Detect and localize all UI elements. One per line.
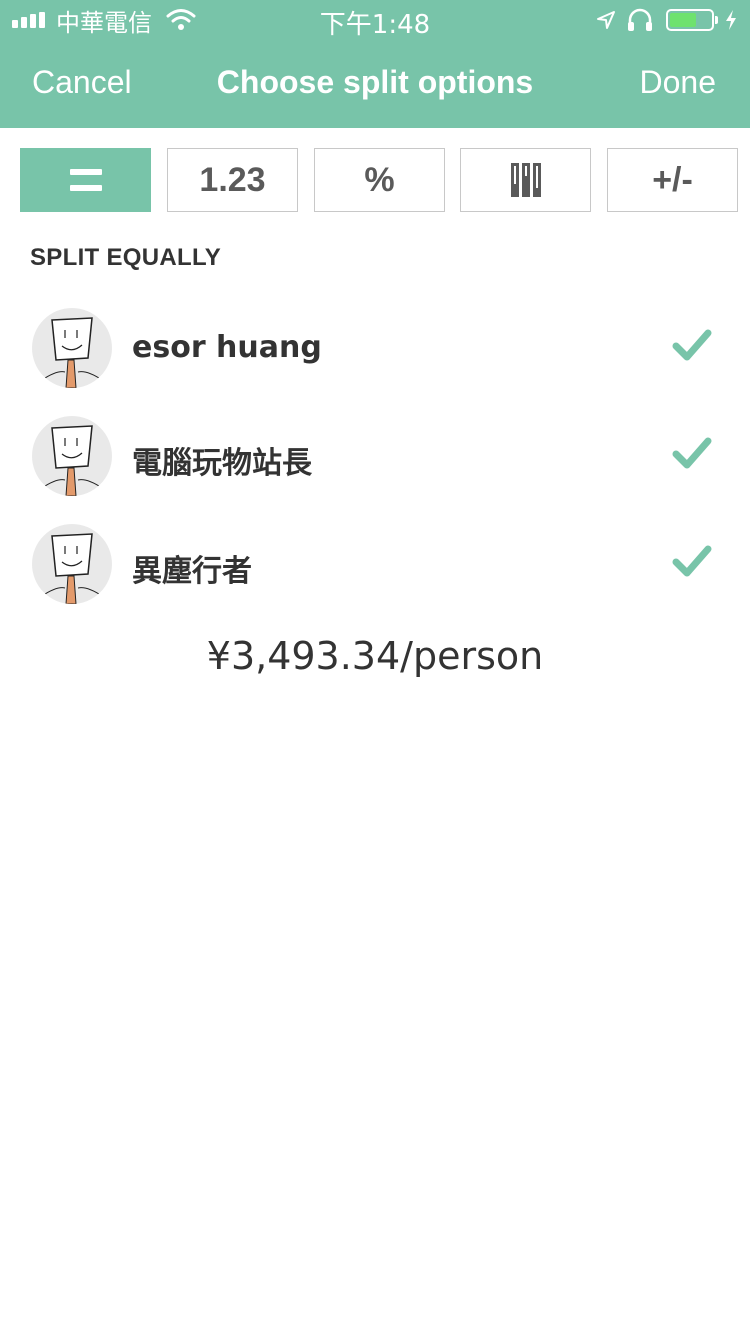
avatar	[32, 416, 112, 496]
equals-icon	[69, 169, 102, 191]
shares-bars-icon	[510, 163, 541, 197]
checkmark-icon[interactable]	[672, 544, 712, 578]
split-equally-tab[interactable]	[20, 148, 151, 212]
participant-row[interactable]: 電腦玩物站長	[0, 408, 750, 504]
checkmark-icon[interactable]	[672, 328, 712, 362]
split-percent-tab[interactable]: %	[314, 148, 445, 212]
split-exact-amounts-tab[interactable]: 1.23	[167, 148, 298, 212]
avatar	[32, 308, 112, 388]
navigation-bar: Cancel Choose split options Done	[0, 40, 750, 128]
split-adjustment-tab[interactable]: +/-	[607, 148, 738, 212]
split-shares-tab[interactable]	[460, 148, 591, 212]
status-right	[586, 6, 738, 34]
participant-row[interactable]: 異塵行者	[0, 516, 750, 612]
avatar	[32, 524, 112, 604]
participant-name: 異塵行者	[132, 554, 252, 589]
per-person-amount: ¥3,493.34/person	[206, 634, 544, 678]
charging-icon	[726, 10, 736, 30]
status-bar: 中華電信 下午1:48	[0, 0, 750, 40]
header-bar: 中華電信 下午1:48 Cancel Choose split options …	[0, 0, 750, 128]
location-icon	[597, 11, 615, 29]
headphones-icon	[628, 8, 652, 31]
battery-icon	[666, 9, 718, 31]
section-title: SPLIT EQUALLY	[30, 244, 222, 271]
page-title: Choose split options	[216, 64, 534, 100]
checkmark-icon[interactable]	[672, 436, 712, 470]
done-button[interactable]: Done	[640, 64, 717, 101]
participant-name: esor huang	[132, 330, 322, 365]
participant-row[interactable]: esor huang	[0, 300, 750, 396]
split-type-tabs: 1.23 % +/-	[20, 148, 738, 212]
participant-name: 電腦玩物站長	[132, 446, 312, 481]
